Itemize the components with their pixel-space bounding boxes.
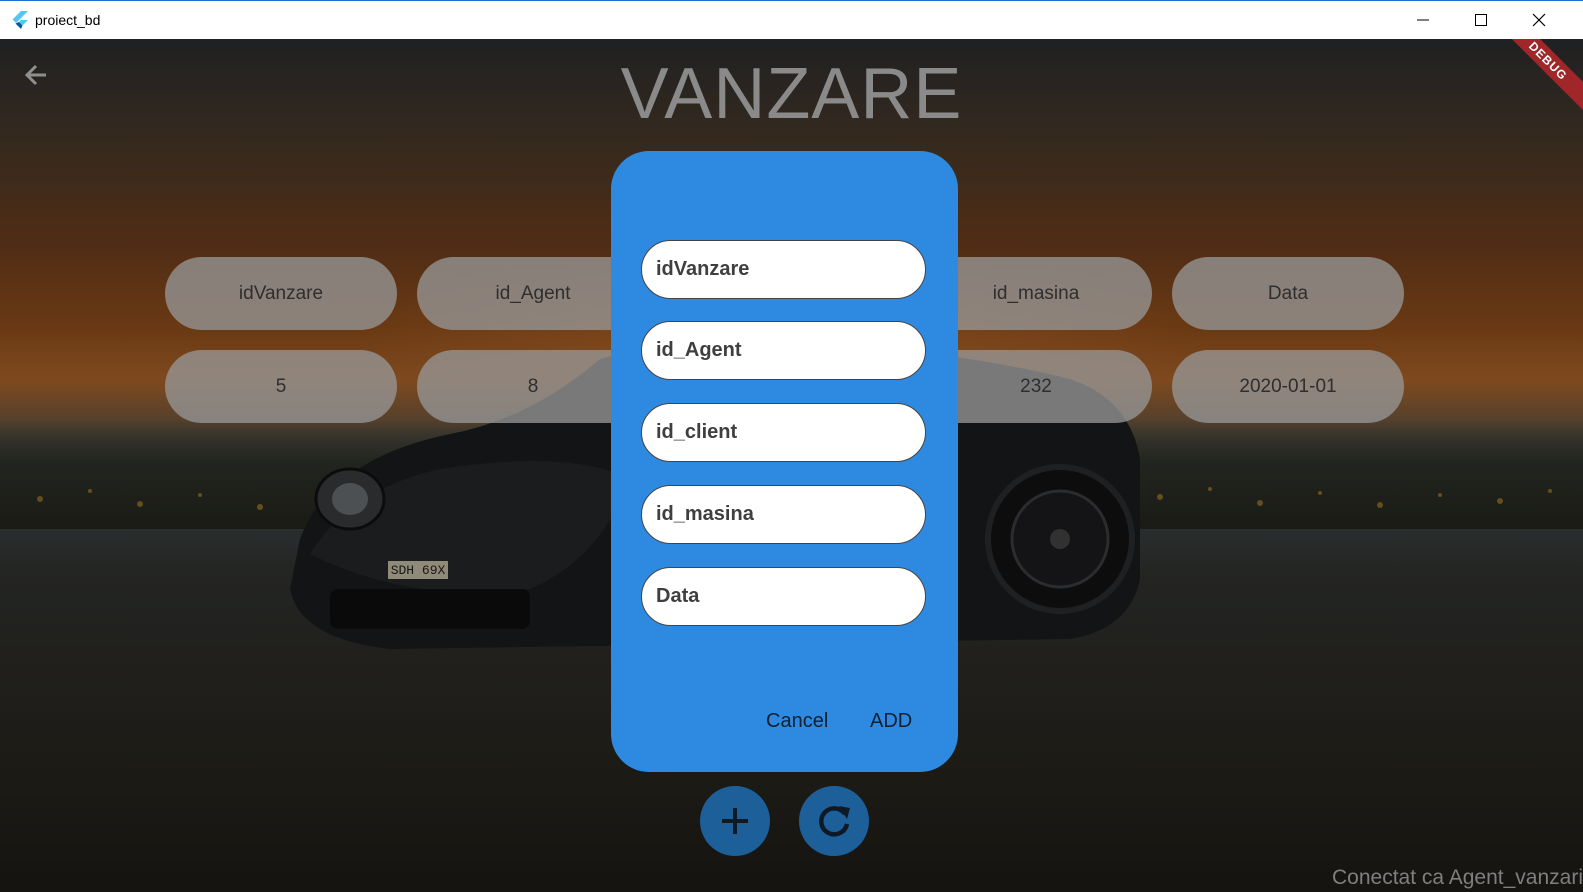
maximize-icon — [1475, 13, 1487, 26]
add-confirm-button[interactable]: ADD — [870, 710, 912, 733]
cancel-button[interactable]: Cancel — [766, 710, 828, 733]
titlebar-accent — [0, 0, 1583, 1]
close-icon — [1532, 13, 1546, 26]
close-button[interactable] — [1510, 0, 1568, 39]
id-client-input[interactable] — [642, 404, 925, 461]
idvanzare-input[interactable] — [642, 241, 925, 298]
id-masina-field[interactable] — [641, 485, 926, 544]
flutter-logo-icon — [12, 11, 28, 29]
connection-status: Conectat ca Agent_vanzari — [1332, 866, 1583, 889]
id-masina-input[interactable] — [642, 486, 925, 543]
minimize-button[interactable] — [1394, 0, 1452, 39]
id-client-field[interactable] — [641, 403, 926, 462]
id-agent-field[interactable] — [641, 321, 926, 380]
app-surface: SDH 69X VANZARE DEBUG idVanzare id_Agent… — [0, 39, 1583, 892]
window-titlebar: proiect_bd — [0, 0, 1583, 40]
row-cell-idvanzare: 5 — [165, 350, 397, 423]
minimize-icon — [1417, 19, 1429, 20]
maximize-button[interactable] — [1452, 0, 1510, 39]
add-button[interactable] — [700, 786, 770, 856]
row-cell-data: 2020-01-01 — [1172, 350, 1404, 423]
header-cell-data: Data — [1172, 257, 1404, 330]
refresh-button[interactable] — [799, 786, 869, 856]
id-agent-input[interactable] — [642, 322, 925, 379]
window-title: proiect_bd — [35, 12, 101, 28]
page-title: VANZARE — [620, 54, 963, 134]
refresh-icon — [819, 806, 850, 837]
plus-icon — [722, 808, 748, 834]
header-cell-idvanzare: idVanzare — [165, 257, 397, 330]
idvanzare-field[interactable] — [641, 240, 926, 299]
data-field[interactable] — [641, 567, 926, 626]
add-sale-dialog: Cancel ADD — [611, 151, 958, 772]
data-input[interactable] — [642, 568, 925, 625]
